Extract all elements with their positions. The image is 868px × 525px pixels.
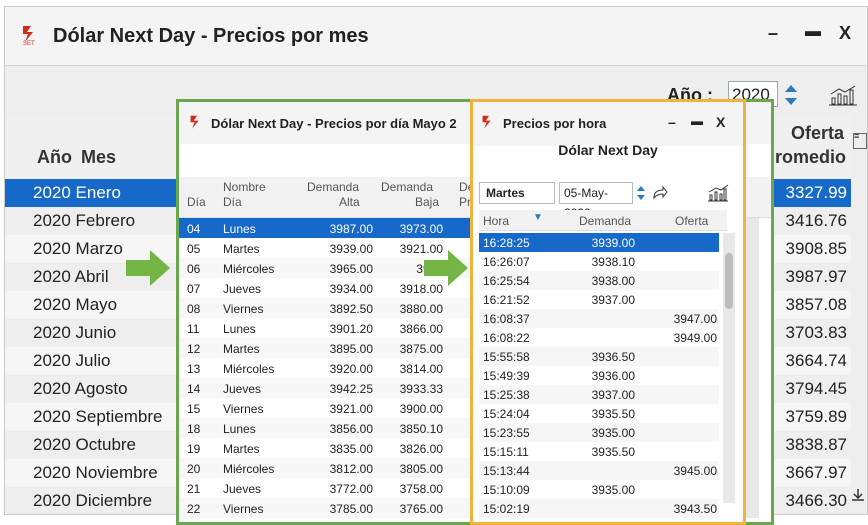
col-offer-header-line1[interactable]: Oferta xyxy=(791,123,844,144)
table-row[interactable]: 15:02:19 3943.50 xyxy=(479,499,719,518)
table-row[interactable]: 11 Lunes 3901.20 3866.00 xyxy=(179,318,479,338)
sort-desc-icon[interactable]: ▼ xyxy=(533,212,543,223)
app-logo-icon xyxy=(482,115,491,129)
hour-prices-window: Precios por hora – ▬ X Dólar Next Day Ma… xyxy=(470,99,746,525)
day-window-title: Dólar Next Day - Precios por día Mayo 2 xyxy=(211,116,457,131)
refresh-arrow-icon[interactable] xyxy=(651,184,669,202)
col-hour-header[interactable]: Hora xyxy=(483,214,509,228)
col-demand-low-header[interactable]: Demanda xyxy=(381,180,433,194)
col-offer-header-line2: romedio xyxy=(775,147,847,167)
table-row[interactable]: 15:10:09 3935.00 xyxy=(479,480,719,499)
table-row[interactable]: 14 Jueves 3942.25 3933.33 xyxy=(179,378,479,398)
table-row[interactable]: 12 Martes 3895.00 3875.00 xyxy=(179,338,479,358)
hour-scroll-thumb[interactable] xyxy=(725,253,733,309)
close-button[interactable]: X xyxy=(839,23,851,44)
hour-window-subtitle: Dólar Next Day xyxy=(558,142,658,158)
column-menu-icon[interactable]: ≡ xyxy=(853,132,867,149)
hour-maximize-button[interactable]: ▬ xyxy=(691,114,703,128)
app-logo-icon: SET xyxy=(23,26,35,46)
col-demand-high-header-sub: Alta xyxy=(339,195,360,209)
arrow-right-icon xyxy=(424,250,468,286)
date-input[interactable]: 05-May-2020 xyxy=(559,182,633,220)
table-row[interactable]: 08 Viernes 3892.50 3880.00 xyxy=(179,298,479,318)
table-row[interactable]: 04 Lunes 3987.00 3973.00 xyxy=(179,218,479,238)
day-table-scrollbar[interactable] xyxy=(745,218,759,518)
table-row[interactable]: 15:13:44 3945.00 xyxy=(479,461,719,480)
weekday-select[interactable]: Martes xyxy=(479,182,555,204)
maximize-button[interactable]: ▬ xyxy=(805,23,821,41)
arrow-right-icon xyxy=(126,250,170,286)
hour-minimize-button[interactable]: – xyxy=(668,114,676,130)
col-name-header[interactable]: Nombre xyxy=(223,180,266,194)
year-spinner-icon[interactable] xyxy=(782,81,800,109)
table-row[interactable]: 15:55:58 3936.50 xyxy=(479,347,719,366)
main-window-title: Dólar Next Day - Precios por mes xyxy=(53,25,369,47)
hour-window-title: Precios por hora xyxy=(503,116,607,131)
chart-icon[interactable] xyxy=(828,84,858,106)
svg-text:SET: SET xyxy=(23,41,35,46)
col-demand-header[interactable]: Demanda xyxy=(579,214,631,228)
table-row[interactable]: 15:24:04 3935.50 xyxy=(479,404,719,423)
col-day-header[interactable]: Día xyxy=(187,195,206,209)
table-row[interactable]: 15 Viernes 3921.00 3900.00 xyxy=(179,398,479,418)
main-title-bar: SET Dólar Next Day - Precios por mes – ▬… xyxy=(5,7,867,66)
table-row[interactable]: 19 Martes 3835.00 3826.00 xyxy=(179,438,479,458)
table-row[interactable]: 16:08:37 3947.00 xyxy=(479,309,719,328)
download-icon[interactable] xyxy=(850,487,866,503)
table-row[interactable]: 18 Lunes 3856.00 3850.10 xyxy=(179,418,479,438)
col-demand-low-header-sub: Baja xyxy=(415,195,440,209)
col-demand-high-header[interactable]: Demanda xyxy=(307,180,359,194)
table-row[interactable]: 13 Miércoles 3920.00 3814.00 xyxy=(179,358,479,378)
table-row[interactable]: 15:15:11 3935.50 xyxy=(479,442,719,461)
minimize-button[interactable]: – xyxy=(768,23,778,44)
hour-table-scrollbar[interactable] xyxy=(723,233,735,503)
table-row[interactable]: 16:08:22 3949.00 xyxy=(479,328,719,347)
hour-controls: Martes 05-May-2020 xyxy=(479,182,734,220)
table-row[interactable]: 16:28:25 3939.00 xyxy=(479,233,719,252)
table-row[interactable]: 20 Miércoles 3812.00 3805.00 xyxy=(179,458,479,478)
hour-table-header: Hora ▼ Demanda Oferta xyxy=(479,210,727,231)
hour-close-button[interactable]: X xyxy=(716,114,725,130)
table-row[interactable]: 16:26:07 3938.10 xyxy=(479,252,719,271)
table-row[interactable]: 22 Viernes 3785.00 3765.00 xyxy=(179,498,479,518)
table-row[interactable]: 15:23:55 3935.00 xyxy=(479,423,719,442)
table-row[interactable]: 21 Jueves 3772.00 3758.00 xyxy=(179,478,479,498)
col-year-header[interactable]: Año xyxy=(37,147,72,168)
table-row[interactable]: 15:49:39 3936.00 xyxy=(479,366,719,385)
col-offer-header[interactable]: Oferta xyxy=(675,214,708,228)
table-row[interactable]: 15:25:38 3937.00 xyxy=(479,385,719,404)
chart-icon[interactable] xyxy=(707,184,729,202)
col-month-header[interactable]: Mes xyxy=(81,147,116,168)
app-logo-icon xyxy=(190,115,199,129)
col-name-header-sub: Día xyxy=(223,195,242,209)
date-spinner-icon[interactable] xyxy=(635,183,647,203)
hour-window-title-bar: Precios por hora – ▬ X xyxy=(473,102,743,146)
table-row[interactable]: 16:25:54 3938.00 xyxy=(479,271,719,290)
table-row[interactable]: 16:21:52 3937.00 xyxy=(479,290,719,309)
